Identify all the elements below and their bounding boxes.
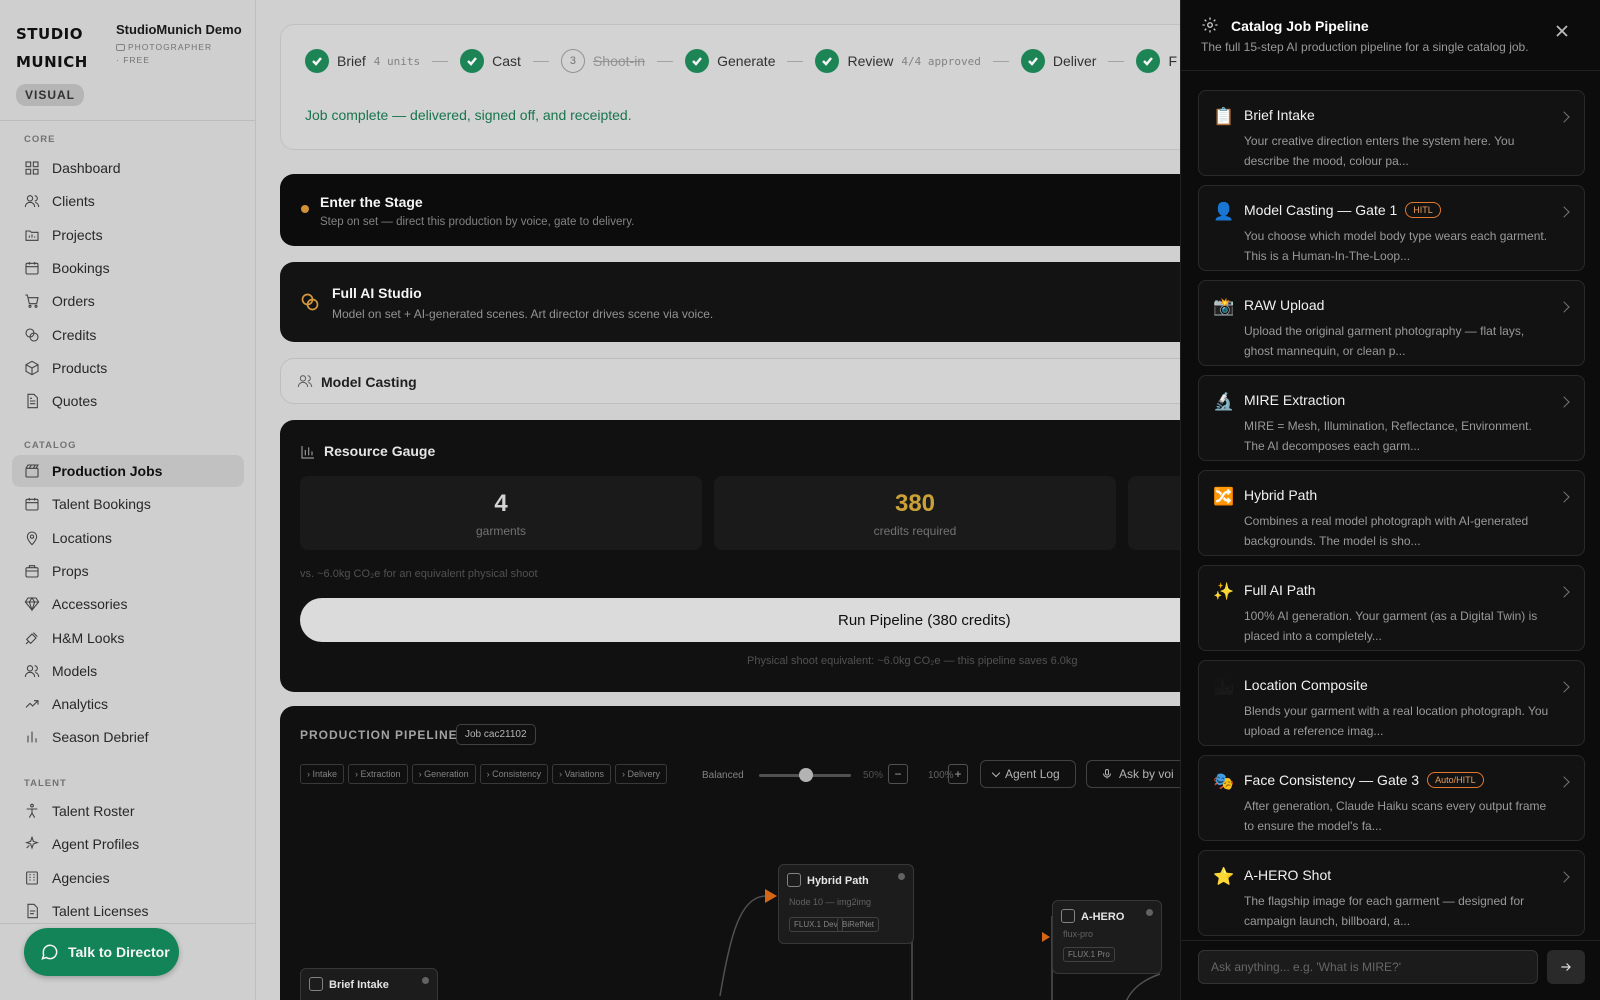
step-emoji-icon: 👤 <box>1213 202 1235 221</box>
arrow-right-icon <box>1561 963 1571 971</box>
pipeline-step-card-hybrid-path[interactable]: 🔀 Hybrid Path Combines a real model photog… <box>1198 470 1585 556</box>
step-title-text: Face Consistency — Gate 3 <box>1244 772 1420 788</box>
send-button[interactable] <box>1547 950 1585 984</box>
pipeline-step-card-brief-intake[interactable]: 📋 Brief Intake Your creative direction ent… <box>1198 90 1585 176</box>
divider <box>1181 940 1600 941</box>
gear-icon <box>1202 17 1218 33</box>
step-title: RAW Upload <box>1244 297 1324 313</box>
step-description: The flagship image for each garment — de… <box>1244 894 1525 928</box>
step-title: MIRE Extraction <box>1244 392 1345 408</box>
catalog-pipeline-panel: Catalog Job Pipeline The full 15-step AI… <box>1180 0 1600 1000</box>
step-title-text: Full AI Path <box>1244 582 1316 598</box>
step-emoji-icon: 🔬 <box>1213 392 1235 411</box>
chevron-right-icon <box>1558 301 1570 313</box>
pipeline-step-card-raw-upload[interactable]: 📸 RAW Upload Upload the original garment p… <box>1198 280 1585 366</box>
step-description: You choose which model body type wears e… <box>1244 229 1548 263</box>
pipeline-step-card-full-ai-path[interactable]: ✨ Full AI Path 100% AI generation. Your ga… <box>1198 565 1585 651</box>
divider <box>1181 70 1600 71</box>
step-title: A-HERO Shot <box>1244 867 1331 883</box>
step-title-text: Model Casting — Gate 1 <box>1244 202 1398 218</box>
close-icon <box>1556 25 1568 37</box>
step-description: Combines a real model photograph with AI… <box>1244 514 1529 548</box>
step-description: MIRE = Mesh, Illumination, Reflectance, … <box>1244 419 1532 453</box>
step-description: Upload the original garment photography … <box>1244 324 1525 358</box>
step-title: Hybrid Path <box>1244 487 1317 503</box>
chevron-right-icon <box>1558 776 1570 788</box>
panel-subtitle: The full 15-step AI production pipeline … <box>1201 40 1529 54</box>
close-button[interactable] <box>1555 24 1575 44</box>
step-emoji-icon: 📋 <box>1213 107 1235 126</box>
pipeline-step-card-mire-extraction[interactable]: 🔬 MIRE Extraction MIRE = Mesh, Illuminatio… <box>1198 375 1585 461</box>
step-title-text: RAW Upload <box>1244 297 1325 313</box>
step-description: 100% AI generation. Your garment (as a D… <box>1244 609 1538 643</box>
step-emoji-icon: 🎭 <box>1213 772 1235 791</box>
step-emoji-icon: 🏙 <box>1213 677 1235 696</box>
step-title: Face Consistency — Gate 3 Auto/HITL <box>1244 772 1484 788</box>
chevron-right-icon <box>1558 491 1570 503</box>
chevron-right-icon <box>1558 206 1570 218</box>
chevron-right-icon <box>1558 681 1570 693</box>
panel-title: Catalog Job Pipeline <box>1231 18 1369 34</box>
step-description: After generation, Claude Haiku scans eve… <box>1244 799 1547 833</box>
step-badge: Auto/HITL <box>1427 772 1484 788</box>
step-title-text: Brief Intake <box>1244 107 1315 123</box>
chevron-right-icon <box>1558 586 1570 598</box>
step-title-text: A-HERO Shot <box>1244 867 1332 883</box>
step-emoji-icon: ⭐ <box>1213 867 1235 886</box>
step-description: Blends your garment with a real location… <box>1244 704 1549 738</box>
step-emoji-icon: 📸 <box>1213 297 1235 316</box>
ask-anything-input[interactable] <box>1198 950 1538 984</box>
step-description: Your creative direction enters the syste… <box>1244 134 1515 168</box>
step-title: Location Composite <box>1244 677 1368 693</box>
step-badge: HITL <box>1405 202 1441 218</box>
pipeline-step-card-model-casting-gate-1[interactable]: 👤 Model Casting — Gate 1 HITL You choose wh… <box>1198 185 1585 271</box>
step-title-text: MIRE Extraction <box>1244 392 1346 408</box>
modal-backdrop[interactable] <box>0 0 1180 1000</box>
pipeline-step-card-a-hero-shot[interactable]: ⭐ A-HERO Shot The flagship image for each … <box>1198 850 1585 936</box>
step-emoji-icon: ✨ <box>1213 582 1235 601</box>
step-title: Model Casting — Gate 1 HITL <box>1244 202 1441 218</box>
chevron-right-icon <box>1558 871 1570 883</box>
step-title: Full AI Path <box>1244 582 1316 598</box>
step-emoji-icon: 🔀 <box>1213 487 1235 506</box>
chevron-right-icon <box>1558 396 1570 408</box>
chevron-right-icon <box>1558 111 1570 123</box>
pipeline-step-card-face-consistency-gate-3[interactable]: 🎭 Face Consistency — Gate 3 Auto/HITL After… <box>1198 755 1585 841</box>
step-title: Brief Intake <box>1244 107 1315 123</box>
step-title-text: Hybrid Path <box>1244 487 1318 503</box>
step-title-text: Location Composite <box>1244 677 1368 693</box>
pipeline-step-card-location-composite[interactable]: 🏙 Location Composite Blends your garment w… <box>1198 660 1585 746</box>
